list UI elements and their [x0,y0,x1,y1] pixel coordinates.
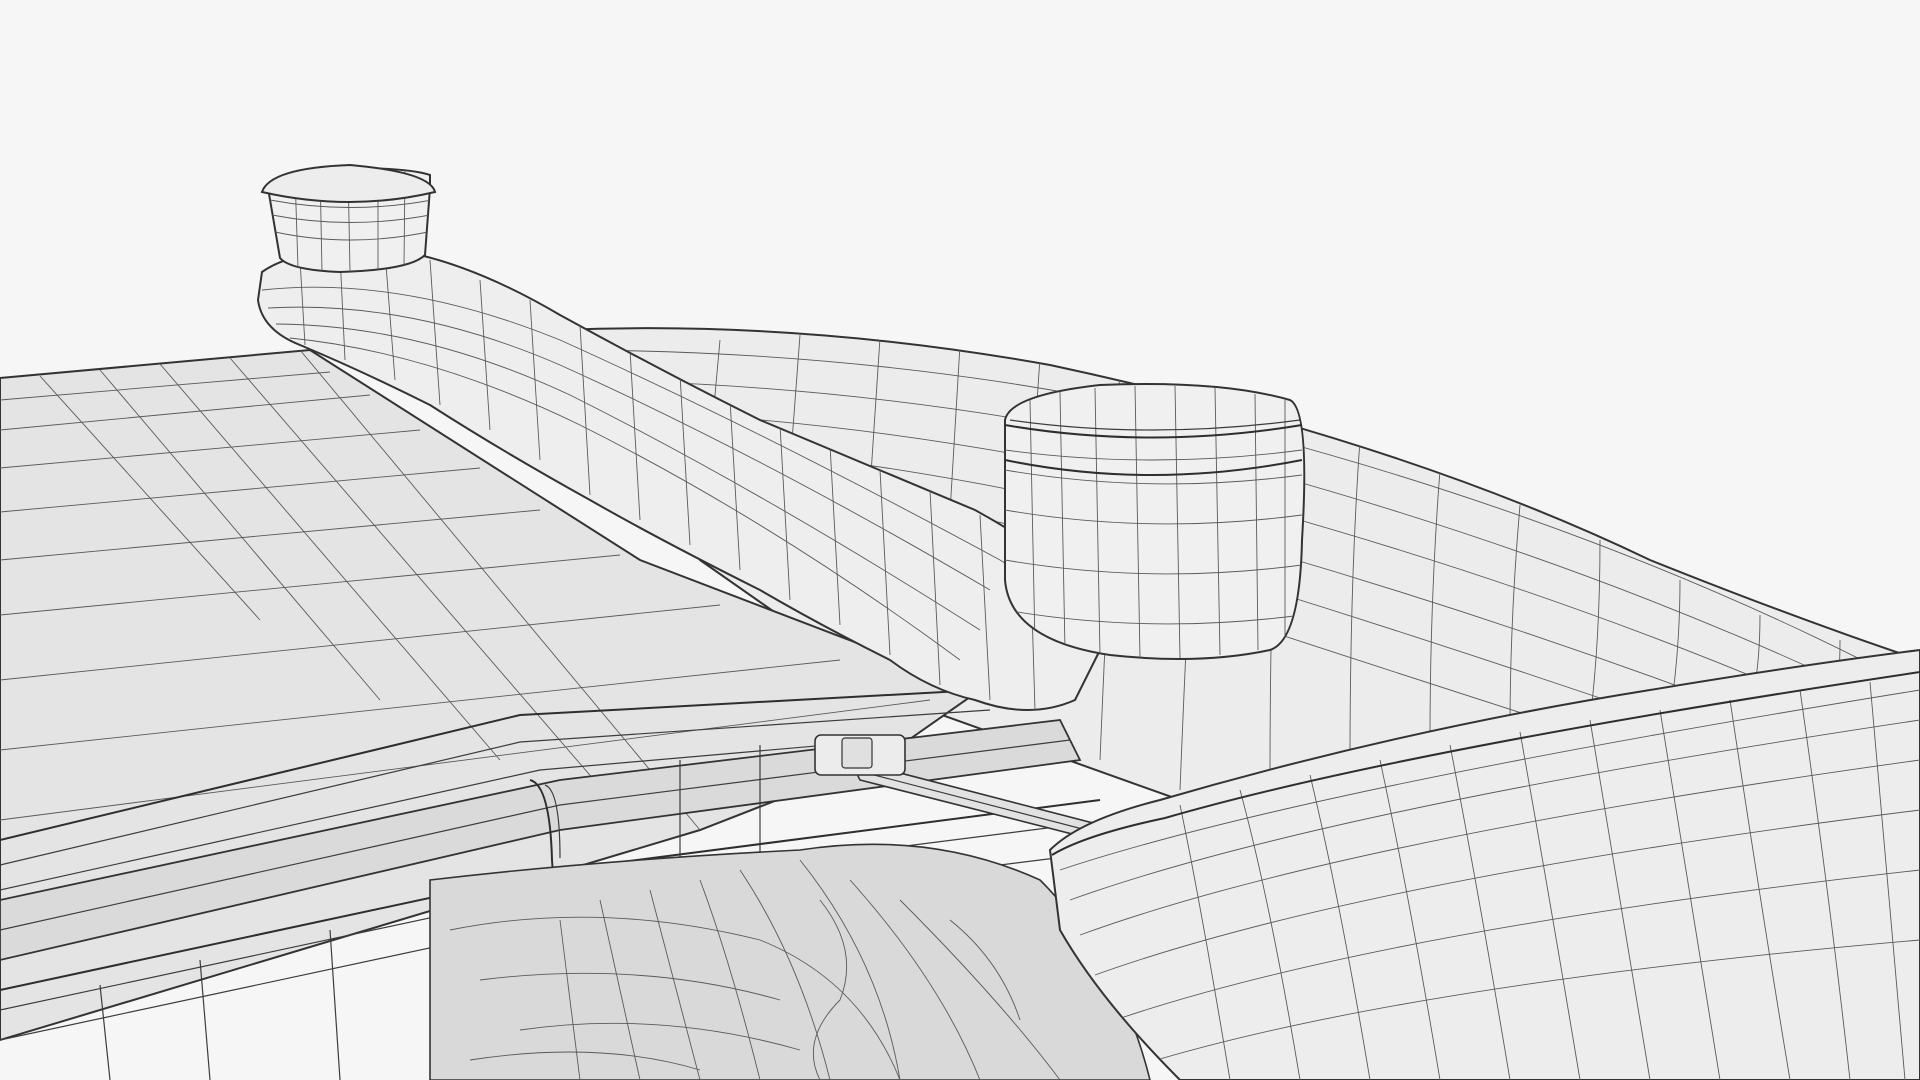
knob-post [1004,383,1306,660]
end-cap [260,163,437,274]
render-viewport [0,0,1920,1080]
wireframe-render [0,0,1920,1080]
